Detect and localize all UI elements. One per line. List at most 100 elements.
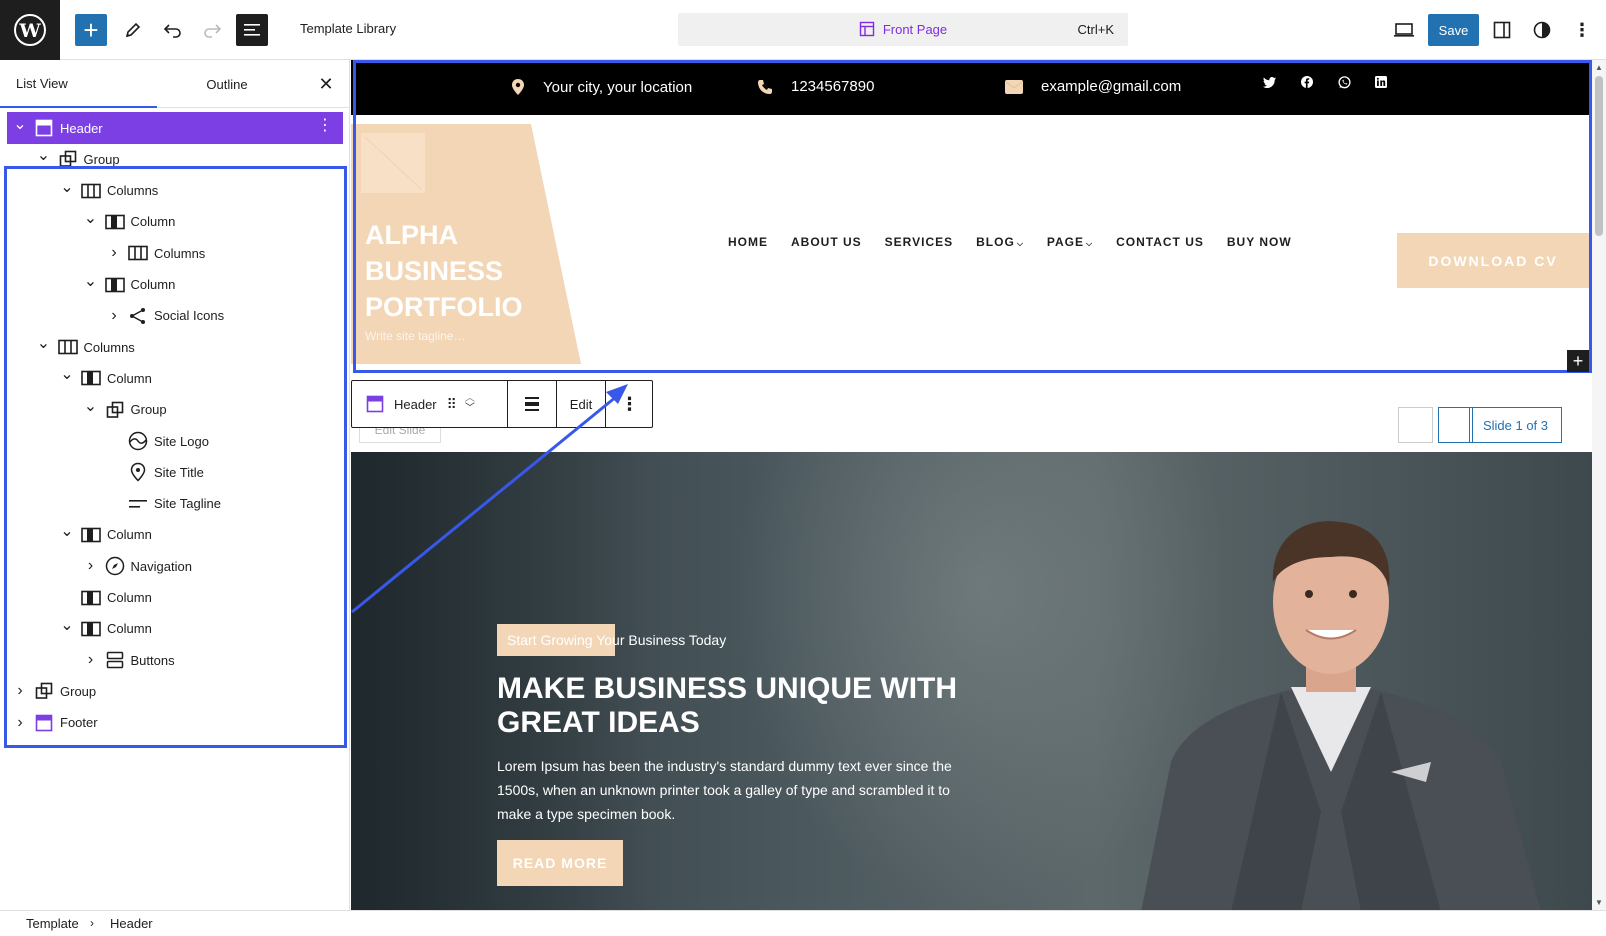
insert-block-button[interactable]: + xyxy=(1567,350,1589,372)
list-view-item[interactable]: Column xyxy=(0,582,343,614)
read-more-button[interactable]: READ MORE xyxy=(497,840,623,886)
editor-top-toolbar: W + Template Library Front Page Ctrl+K S… xyxy=(0,0,1606,60)
document-overview-button[interactable] xyxy=(236,14,268,46)
options-menu-button[interactable]: ⋮ xyxy=(1566,14,1598,46)
hero-badge-text: Start Growing Your Business Today xyxy=(507,632,727,648)
chevron-down-icon[interactable]: ⌄ xyxy=(55,613,79,637)
facebook-link[interactable] xyxy=(1300,75,1314,89)
chevron-right-icon[interactable]: › xyxy=(8,679,32,703)
align-button[interactable] xyxy=(508,381,556,427)
list-view-item[interactable]: ⌄ Column xyxy=(0,613,343,645)
list-view-item[interactable]: ⌄ Header ⋮ xyxy=(7,112,343,144)
chevron-right-icon[interactable]: › xyxy=(102,304,126,328)
chevron-down-icon[interactable]: ⌄ xyxy=(32,331,56,355)
block-inserter-button[interactable]: + xyxy=(75,14,107,46)
list-view-item[interactable]: Site Logo xyxy=(0,425,343,457)
nav-home[interactable]: HOME xyxy=(728,235,768,249)
list-view-item[interactable]: ⌄ Column xyxy=(0,206,343,238)
scroll-up-icon: ▲ xyxy=(1595,63,1603,72)
site-tagline-placeholder[interactable]: Write site tagline… xyxy=(365,329,465,343)
chevron-right-icon[interactable]: › xyxy=(102,241,126,265)
location-text: Your city, your location xyxy=(543,78,693,96)
whatsapp-link[interactable] xyxy=(1337,75,1351,89)
more-vertical-icon: ⋮ xyxy=(620,393,639,414)
list-view-item[interactable]: ⌄ Group xyxy=(0,143,343,175)
edit-button[interactable]: Edit xyxy=(557,381,605,427)
chevron-right-icon[interactable]: › xyxy=(8,711,32,735)
nav-contact-us[interactable]: CONTACT US xyxy=(1116,235,1204,249)
list-view-item[interactable]: ⌄ Columns xyxy=(0,175,343,207)
command-palette-bar[interactable]: Front Page Ctrl+K xyxy=(678,13,1128,46)
chevron-down-icon[interactable]: ⌄ xyxy=(32,143,56,167)
hero-slide: Start Growing Your Business Today MAKE B… xyxy=(351,452,1592,910)
nav-services[interactable]: SERVICES xyxy=(885,235,953,249)
tab-list-view[interactable]: List View xyxy=(0,60,157,108)
chevron-down-icon[interactable]: ⌄ xyxy=(79,269,103,293)
email-text: example@gmail.com xyxy=(1041,78,1182,95)
block-type-button[interactable]: Header ⠿ ︿ ﹀ xyxy=(352,381,507,427)
chevron-right-icon: › xyxy=(90,916,94,930)
list-view-item[interactable]: ⌄ Column xyxy=(0,362,343,394)
list-view-item[interactable]: ⌄ Columns xyxy=(0,331,343,363)
list-view-item[interactable]: Site Tagline xyxy=(0,488,343,520)
chevron-down-icon[interactable]: ⌄ xyxy=(55,175,79,199)
list-view-item[interactable]: › Footer xyxy=(0,707,343,739)
list-view-item[interactable]: ⌄ Column xyxy=(0,519,343,551)
list-view-item[interactable]: ⌄ Column xyxy=(0,269,343,301)
list-view-item[interactable]: › Group xyxy=(0,675,343,707)
drag-handle-icon[interactable]: ⠿ xyxy=(447,396,457,413)
preview-button[interactable] xyxy=(1388,14,1420,46)
envelope-icon xyxy=(1005,79,1023,94)
chevron-right-icon[interactable]: › xyxy=(79,554,103,578)
wordpress-logo-button[interactable]: W xyxy=(0,0,60,60)
nav-page[interactable]: PAGE ⌵ xyxy=(1047,235,1093,249)
chevron-right-icon[interactable]: › xyxy=(79,648,103,672)
slide-next-button[interactable] xyxy=(1438,407,1473,443)
list-view-item[interactable]: › Buttons xyxy=(0,644,343,676)
list-view-item[interactable]: › Social Icons xyxy=(0,300,343,332)
contrast-icon xyxy=(1533,21,1551,39)
nav-buy-now[interactable]: BUY NOW xyxy=(1227,235,1292,249)
redo-icon xyxy=(204,24,222,38)
download-cv-button[interactable]: DOWNLOAD CV xyxy=(1397,233,1589,288)
breadcrumb-template[interactable]: Template xyxy=(26,916,79,931)
slide-prev-button[interactable] xyxy=(1398,407,1433,443)
redo-button[interactable] xyxy=(196,14,228,46)
list-view-item[interactable]: ⌄ Group xyxy=(0,394,343,426)
undo-button[interactable] xyxy=(157,14,189,46)
list-view-item-label: Columns xyxy=(107,183,159,199)
linkedin-link[interactable] xyxy=(1374,75,1388,89)
save-button[interactable]: Save xyxy=(1428,14,1479,46)
chevron-down-icon[interactable]: ⌄ xyxy=(55,519,79,543)
nav-about-us[interactable]: ABOUT US xyxy=(791,235,862,249)
move-up-down-icon[interactable]: ︿ ﹀ xyxy=(465,394,475,414)
twitter-icon xyxy=(1262,76,1276,88)
close-sidebar-button[interactable]: ✕ xyxy=(316,74,336,94)
list-view-item[interactable]: Site Title xyxy=(0,456,343,488)
chevron-down-icon[interactable]: ⌄ xyxy=(79,206,103,230)
tab-outline[interactable]: Outline xyxy=(157,60,297,108)
chevron-down-icon[interactable]: ⌄ xyxy=(55,362,79,386)
list-view-item[interactable]: › Columns xyxy=(0,237,343,269)
styles-button[interactable] xyxy=(1526,14,1558,46)
more-vertical-icon[interactable]: ⋮ xyxy=(317,118,333,134)
contact-bar: Your city, your location 1234567890 exam… xyxy=(351,60,1592,115)
site-title[interactable]: ALPHA BUSINESS PORTFOLIO xyxy=(365,217,565,325)
scrollbar-thumb[interactable] xyxy=(1595,76,1603,236)
twitter-link[interactable] xyxy=(1262,75,1276,89)
canvas-scrollbar[interactable]: ▲ ▼ xyxy=(1592,60,1606,910)
tools-button[interactable] xyxy=(117,14,149,46)
settings-sidebar-button[interactable] xyxy=(1486,14,1518,46)
nav-blog[interactable]: BLOG ⌵ xyxy=(976,235,1024,249)
chevron-down-icon[interactable]: ⌄ xyxy=(8,112,32,136)
breadcrumb-header[interactable]: Header xyxy=(110,916,153,931)
column-icon xyxy=(79,617,103,641)
chevron-down-icon[interactable]: ⌄ xyxy=(79,394,103,418)
block-options-button[interactable]: ⋮ xyxy=(606,381,653,427)
svg-text:W: W xyxy=(18,20,41,42)
list-view-item[interactable]: › Navigation xyxy=(0,550,343,582)
template-part-icon xyxy=(32,711,56,735)
slide-counter[interactable]: Slide 1 of 3 xyxy=(1469,407,1562,443)
